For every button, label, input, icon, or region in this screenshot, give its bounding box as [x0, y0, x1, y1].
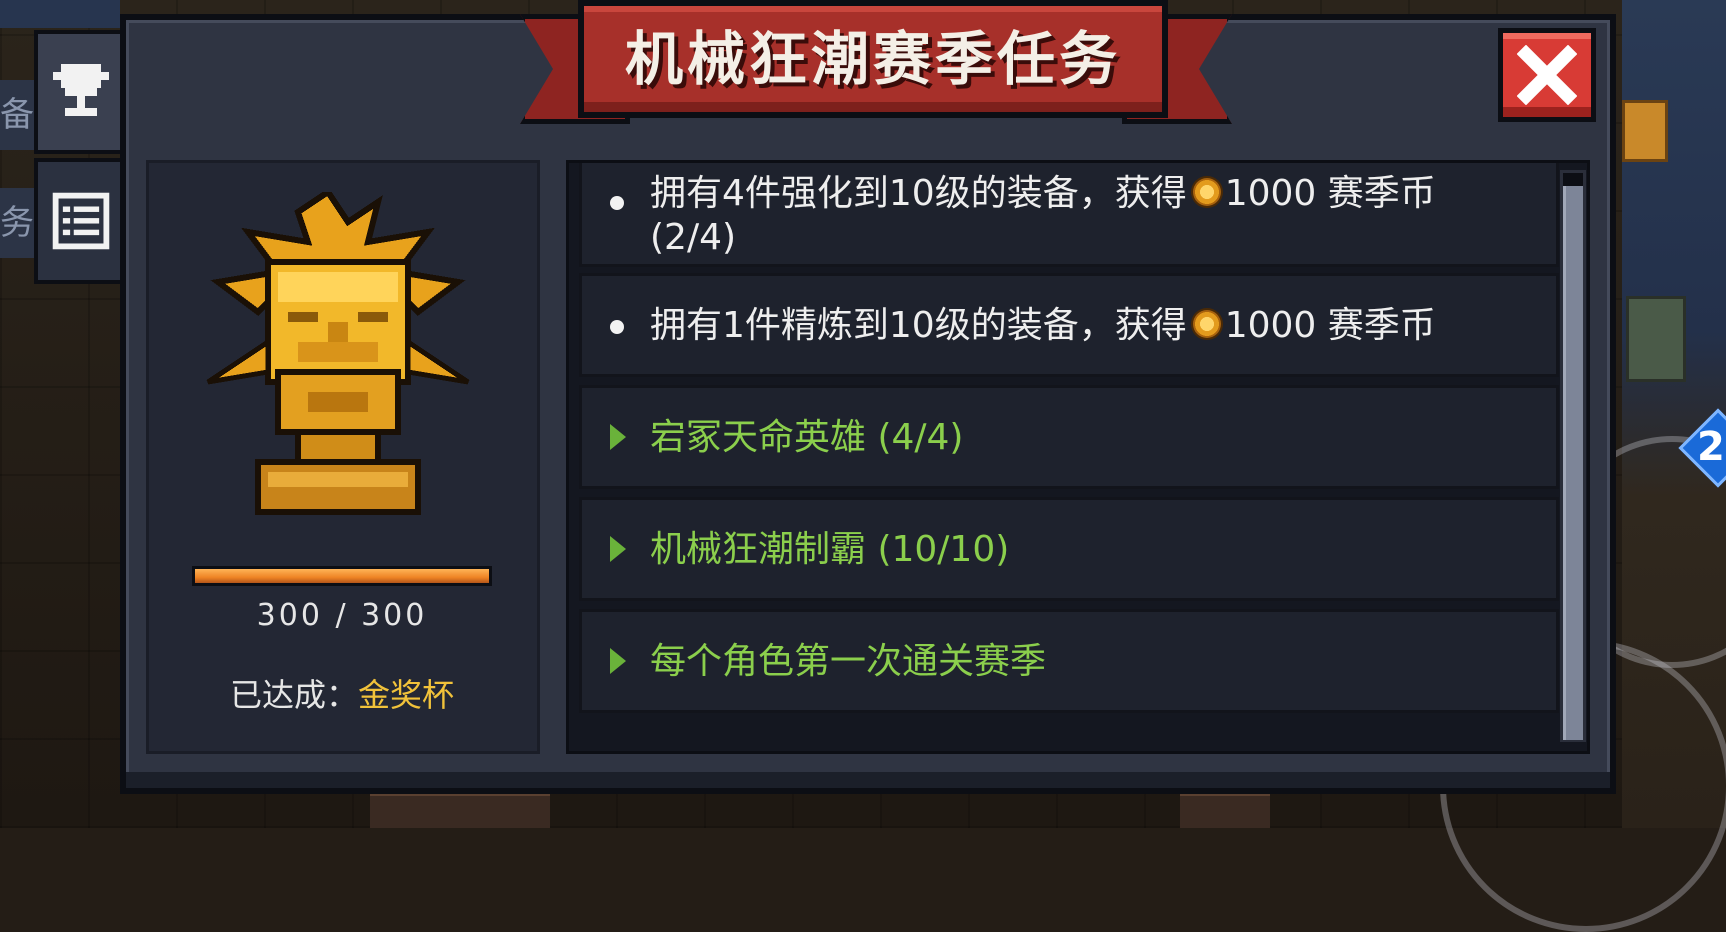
background-menu-hint-1: 备: [0, 80, 34, 150]
gold-trophy-icon: [206, 192, 470, 515]
tab-task-list[interactable]: [34, 158, 124, 284]
task-description: 拥有4件强化到10级的装备，获得: [650, 173, 1187, 214]
task-group[interactable]: 机械狂潮制霸 (10/10): [579, 497, 1559, 601]
background-object: [370, 793, 550, 828]
close-button[interactable]: [1498, 28, 1596, 122]
task-text: 拥有4件强化到10级的装备，获得 1000 赛季币: [650, 172, 1436, 216]
bullet-icon: [610, 320, 624, 334]
task-list[interactable]: 拥有4件强化到10级的装备，获得 1000 赛季币 (2/4) 拥有1件精炼到10…: [566, 160, 1590, 754]
background-top-bar: [0, 0, 120, 28]
background-menu-hint-2: 务: [0, 188, 34, 258]
tab-trophy[interactable]: [34, 30, 124, 154]
panel-title: 机械狂潮赛季任务: [624, 25, 1121, 93]
bullet-icon: [610, 196, 624, 210]
expand-arrow-icon: [610, 648, 626, 674]
scrollbar-thumb[interactable]: [1563, 186, 1583, 740]
title-ribbon: 机械狂潮赛季任务: [578, 0, 1168, 118]
task-progress: (2/4): [650, 217, 737, 258]
skill-button-number: 2: [1697, 424, 1725, 470]
task-text: 拥有1件精炼到10级的装备，获得 1000 赛季币: [650, 304, 1436, 348]
background-object: [1180, 793, 1270, 828]
task-item[interactable]: 拥有1件精炼到10级的装备，获得 1000 赛季币: [579, 273, 1559, 377]
expand-arrow-icon: [610, 424, 626, 450]
achieved-rank: 已达成：金奖杯: [192, 670, 492, 716]
task-group[interactable]: 每个角色第一次通关赛季: [579, 609, 1559, 713]
close-icon: [1517, 45, 1577, 105]
list-icon: [52, 192, 110, 250]
task-reward: 1000 赛季币: [1224, 173, 1436, 214]
task-reward: 1000 赛季币: [1224, 305, 1436, 346]
expand-arrow-icon: [610, 536, 626, 562]
task-group[interactable]: 宕冢天命英雄 (4/4): [579, 385, 1559, 489]
achieved-label: 已达成：: [229, 676, 358, 714]
trophy-progress-fill: [195, 569, 489, 583]
task-item[interactable]: 拥有4件强化到10级的装备，获得 1000 赛季币 (2/4): [579, 163, 1559, 267]
achieved-value: 金奖杯: [358, 676, 455, 714]
task-description: 拥有1件精炼到10级的装备，获得: [650, 305, 1187, 346]
background-lamp: [1622, 100, 1668, 162]
trophy-progress-text: 300 / 300: [256, 598, 428, 633]
season-coin-icon: [1192, 310, 1221, 338]
season-coin-icon: [1192, 178, 1221, 206]
panel-bottom-edge: [120, 772, 1616, 794]
trophy-progress-bar: [192, 566, 492, 586]
background-robot: [1626, 296, 1686, 382]
task-group-title: 宕冢天命英雄 (4/4): [650, 417, 964, 458]
task-group-title: 每个角色第一次通关赛季: [650, 641, 1047, 682]
trophy-icon: [53, 64, 109, 116]
task-group-title: 机械狂潮制霸 (10/10): [650, 529, 1010, 570]
